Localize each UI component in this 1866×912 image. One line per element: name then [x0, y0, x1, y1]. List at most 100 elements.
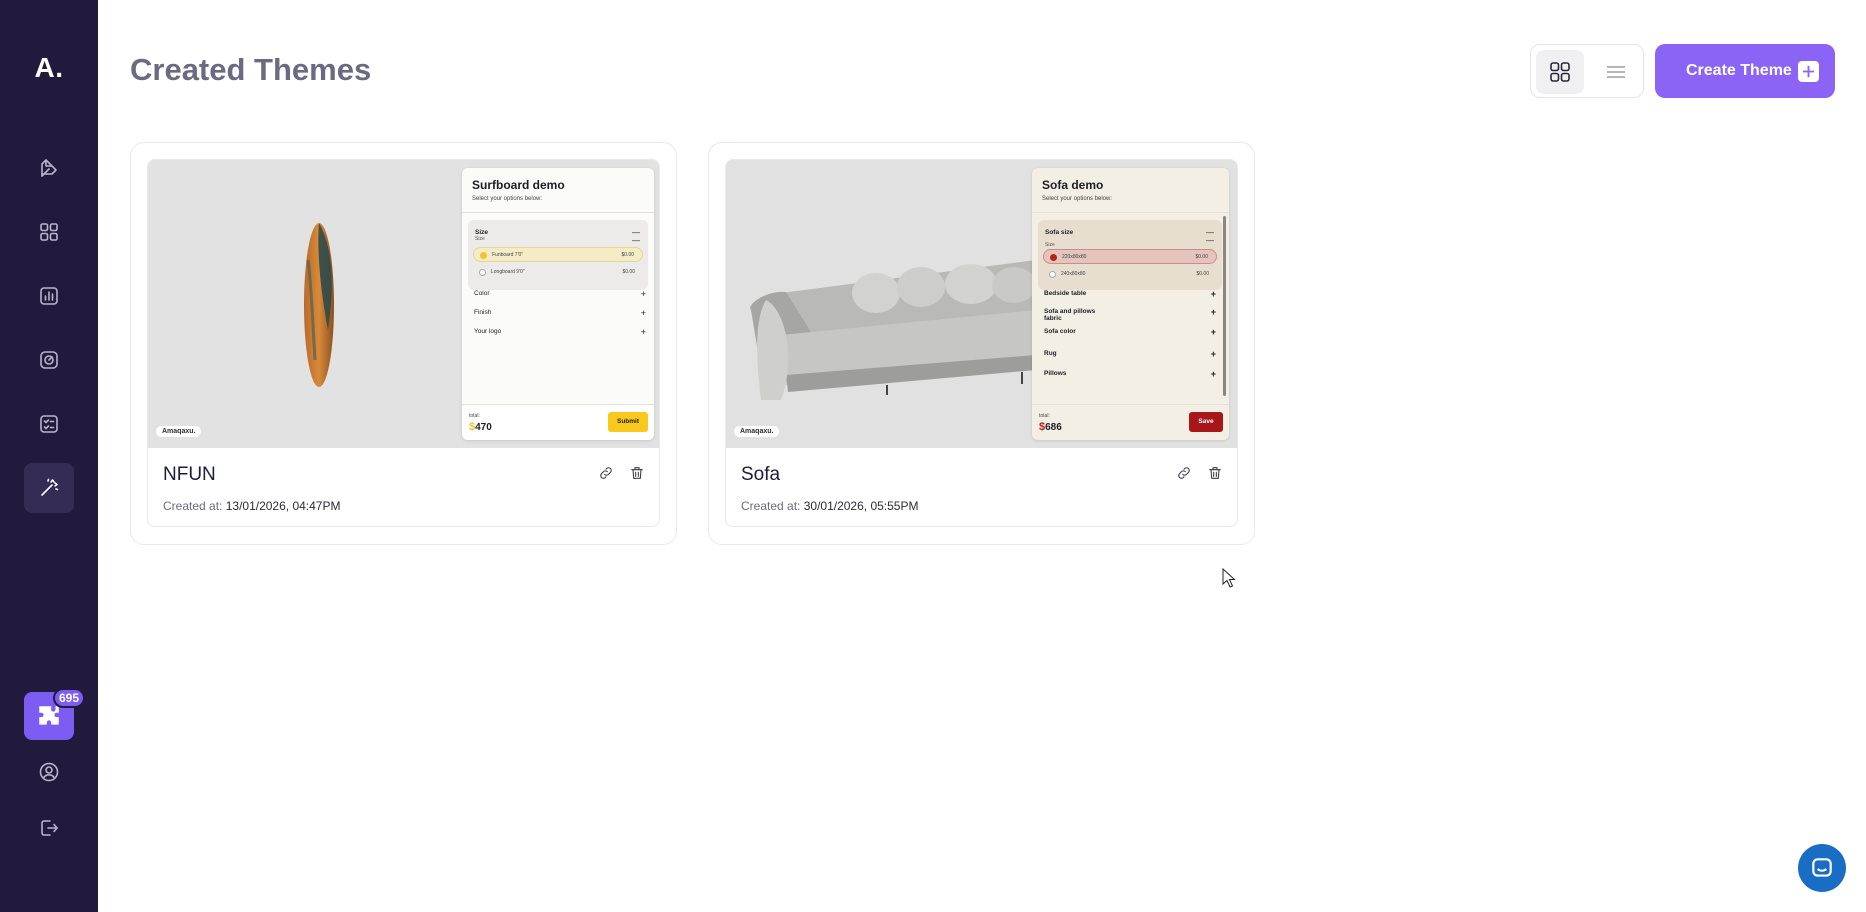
brand-pill: Amaqaxu.: [734, 426, 780, 437]
divider: [462, 212, 654, 213]
option-label: 220x80x80: [1062, 254, 1087, 260]
sidebar-item-dashboard[interactable]: [24, 207, 74, 257]
create-theme-button[interactable]: Create Theme: [1655, 44, 1835, 98]
option-group-sub: Size: [475, 236, 485, 242]
accordion-row: Sofa and pillows fabric +: [1044, 307, 1216, 322]
total-label: total:: [1039, 413, 1050, 419]
pen-palette-icon: [41, 159, 57, 177]
app-root: A. 695 Created Themes Create Theme Amaqa…: [0, 0, 1866, 912]
radio-icon: [1049, 271, 1056, 278]
option-label: 240x80x80: [1061, 271, 1086, 277]
grid-icon: [40, 223, 58, 241]
link-icon: [600, 467, 612, 479]
user-circle-icon: [39, 762, 59, 782]
accordion-row: Bedside table +: [1044, 289, 1216, 299]
chat-support-button[interactable]: [1798, 844, 1846, 892]
sidebar-item-account[interactable]: [24, 747, 74, 797]
panel-footer: total: $686 Save: [1032, 404, 1229, 440]
list-view-button[interactable]: [1592, 50, 1640, 94]
accordion-row: Rug +: [1044, 349, 1216, 359]
copy-link-button[interactable]: [1174, 463, 1194, 483]
delete-theme-button[interactable]: [1205, 463, 1225, 483]
sidebar-item-tasks[interactable]: [24, 399, 74, 449]
option-group-title: Size: [475, 229, 489, 236]
panel-footer: total: $470 Submit: [462, 404, 654, 440]
theme-preview[interactable]: Amaqaxu. Sofa demo Select your options b…: [726, 160, 1237, 448]
accordion-row: Color +: [474, 289, 646, 299]
panel-title: Sofa demo: [1042, 178, 1104, 192]
view-toggle: [1530, 44, 1644, 98]
plus-icon: +: [640, 308, 646, 318]
theme-card: Amaqaxu. Surfboard demo Select your opti…: [130, 142, 677, 545]
save-button: Save: [1189, 412, 1223, 432]
minus-icon: —: [632, 236, 640, 245]
plus-icon: +: [1210, 369, 1216, 379]
configurator-panel: Sofa demo Select your options below: Sof…: [1032, 168, 1229, 440]
grid-view-icon: [1550, 62, 1570, 82]
copy-link-button[interactable]: [596, 463, 616, 483]
option-row: Funboard 7'0" $0.00: [473, 247, 643, 262]
total-label: total:: [469, 413, 480, 419]
option-label: Funboard 7'0": [492, 252, 524, 258]
trash-icon: [631, 467, 643, 479]
sidebar-item-magic[interactable]: [24, 463, 74, 513]
total-value: $470: [469, 421, 492, 433]
divider: [1032, 212, 1229, 213]
accordion-row: Sofa color +: [1044, 327, 1216, 337]
option-group-title: Sofa size: [1045, 229, 1074, 236]
plus-icon: [1798, 61, 1819, 82]
credits-count-badge: 695: [53, 688, 86, 708]
plus-icon: +: [640, 327, 646, 337]
option-row: 240x80x80 $0.00: [1043, 267, 1217, 282]
total-value: $686: [1039, 421, 1062, 433]
theme-preview[interactable]: Amaqaxu. Surfboard demo Select your opti…: [148, 160, 659, 448]
sidebar-item-integrations[interactable]: [24, 335, 74, 385]
plus-icon: +: [1210, 349, 1216, 359]
accordion-row: Finish +: [474, 308, 646, 318]
configurator-panel: Surfboard demo Select your options below…: [462, 168, 654, 440]
bar-chart-icon: [40, 287, 58, 305]
target-icon: [40, 351, 58, 369]
panel-subtitle: Select your options below:: [1042, 196, 1113, 202]
checklist-icon: [40, 415, 58, 433]
option-price: $0.00: [622, 269, 635, 275]
sidebar: A. 695: [0, 0, 98, 912]
link-icon: [1178, 467, 1190, 479]
radio-icon: [480, 252, 487, 259]
sidebar-item-analytics[interactable]: [24, 271, 74, 321]
app-logo[interactable]: A.: [0, 52, 98, 84]
theme-name: NFUN: [163, 464, 216, 485]
plus-icon: +: [640, 289, 646, 299]
plus-icon: +: [1210, 307, 1216, 317]
option-price: $0.00: [1196, 271, 1209, 277]
option-price: $0.00: [1195, 254, 1208, 260]
radio-icon: [1050, 254, 1057, 261]
theme-card-body: Amaqaxu. Surfboard demo Select your opti…: [147, 159, 660, 527]
option-price: $0.00: [621, 252, 634, 258]
theme-created: Created at: 30/01/2026, 05:55PM: [741, 499, 919, 513]
theme-name: Sofa: [741, 464, 781, 485]
option-label: Longboard 9'0": [491, 269, 525, 275]
radio-icon: [479, 269, 486, 276]
brand-pill: Amaqaxu.: [156, 426, 202, 437]
panel-title: Surfboard demo: [472, 178, 565, 192]
minus-icon: —: [1206, 236, 1214, 245]
chat-icon: [1812, 858, 1832, 877]
submit-button: Submit: [608, 412, 648, 432]
trash-icon: [1209, 467, 1221, 479]
page-title: Created Themes: [130, 52, 372, 87]
option-row: 220x80x80 $0.00: [1043, 249, 1217, 264]
theme-card-body: Amaqaxu. Sofa demo Select your options b…: [725, 159, 1238, 527]
grid-view-button[interactable]: [1536, 50, 1584, 94]
magic-wand-icon: [41, 478, 59, 496]
option-group-sub: Size: [1045, 242, 1055, 248]
sidebar-item-editor[interactable]: [24, 143, 74, 193]
mouse-cursor-icon: [1222, 568, 1236, 588]
option-group: Sofa size Size — — 220x80x80 $0.00 240x8…: [1038, 220, 1222, 290]
sidebar-item-logout[interactable]: [24, 803, 74, 853]
logout-icon: [41, 820, 58, 836]
delete-theme-button[interactable]: [627, 463, 647, 483]
panel-scrollbar: [1223, 216, 1226, 396]
plus-icon: +: [1210, 289, 1216, 299]
option-row: Longboard 9'0" $0.00: [473, 265, 643, 280]
